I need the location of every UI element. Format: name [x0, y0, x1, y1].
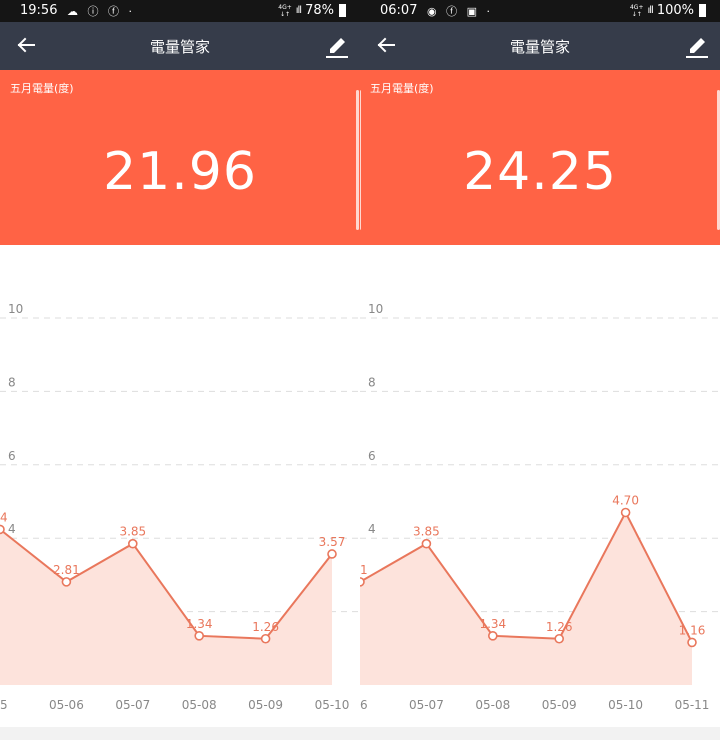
usage-chart-svg: 0246810813.851.341.264.701.160605-0705-0…: [360, 302, 720, 712]
x-tick-label: 05-07: [115, 698, 150, 712]
data-label: 3.57: [319, 535, 346, 549]
data-label: 1.34: [479, 617, 506, 631]
x-tick-label: 05-10: [315, 698, 350, 712]
y-tick-label: 6: [8, 449, 16, 463]
x-tick-label: 05: [0, 698, 8, 712]
y-tick-label: 4: [368, 522, 376, 536]
battery-level: 78%: [305, 3, 334, 18]
data-point: [360, 577, 365, 587]
data-label: 3.85: [413, 525, 440, 539]
signal-icon: ıll: [295, 5, 302, 16]
y-tick-label: 8: [8, 375, 16, 389]
series-area: [0, 529, 332, 685]
notification-icons: ☁ ⓘ ⓕ ·: [67, 5, 135, 18]
data-point: [0, 524, 5, 535]
x-tick-label: 05-08: [182, 698, 217, 712]
data-label: 3.85: [119, 525, 146, 539]
data-point: [421, 538, 432, 549]
data-point: [554, 633, 564, 644]
bottom-strip: [0, 727, 360, 740]
phone-screen-right: 06:07 ◉ ⓕ ▣ · 4G+ ↓↑ ıll 100% 電量管家 五月電量(度…: [360, 0, 720, 740]
monthly-usage-value: 24.25: [463, 142, 617, 202]
status-right: 4G+ ↓↑ ıll 78%: [278, 3, 346, 18]
page-title: 電量管家: [149, 38, 210, 56]
monthly-usage-label: 五月電量(度): [10, 82, 74, 95]
page-indicator-right: [356, 90, 359, 230]
data-label: 1.26: [252, 620, 279, 634]
status-bar: 19:56 ☁ ⓘ ⓕ · 4G+ ↓↑ ıll 78%: [0, 0, 360, 22]
x-tick-label: 05-11: [675, 698, 710, 712]
data-point: [488, 631, 498, 641]
daily-usage-chart: 0246810813.851.341.264.701.160605-0705-0…: [360, 245, 720, 740]
data-label: 24: [0, 510, 8, 524]
x-tick-label: 05-08: [475, 698, 510, 712]
data-point: [620, 507, 631, 518]
data-point: [128, 538, 138, 549]
network-icon: 4G+ ↓↑: [629, 3, 644, 18]
status-time: 19:56: [20, 3, 58, 18]
daily-usage-chart: 0246810242.813.851.341.263.570505-0605-0…: [0, 245, 360, 740]
data-point: [61, 577, 72, 587]
y-tick-label: 8: [368, 375, 376, 389]
monthly-usage-card: 五月電量(度) 24.25: [360, 70, 720, 245]
phone-screen-left: 19:56 ☁ ⓘ ⓕ · 4G+ ↓↑ ıll 78% 電量管家 五月電量(度)…: [0, 0, 360, 740]
data-label: 1.16: [679, 623, 706, 637]
pencil-icon[interactable]: [325, 34, 349, 60]
notification-icons: ◉ ⓕ ▣ ·: [427, 5, 493, 18]
data-label: 4.70: [612, 494, 639, 508]
data-label: 81: [360, 563, 368, 577]
x-tick-label: 05-09: [542, 698, 577, 712]
y-tick-label: 4: [8, 522, 16, 536]
y-tick-label: 6: [368, 449, 376, 463]
battery-level: 100%: [656, 3, 694, 18]
monthly-usage-value: 21.96: [103, 142, 257, 202]
page-indicator-left: [360, 90, 361, 230]
battery-icon: [339, 4, 346, 17]
data-point: [687, 637, 697, 648]
x-tick-label: 05-07: [409, 698, 444, 712]
x-tick-label: 05-06: [49, 698, 84, 712]
status-right: 4G+ ↓↑ ıll 100%: [630, 3, 706, 18]
data-point: [327, 549, 337, 559]
network-icon: 4G+ ↓↑: [278, 3, 292, 18]
monthly-usage-label: 五月電量(度): [370, 82, 434, 95]
page-title: 電量管家: [509, 38, 570, 56]
x-tick-label: 05-10: [608, 698, 643, 712]
pencil-icon[interactable]: [685, 34, 709, 60]
data-point: [260, 633, 271, 644]
data-label: 1.26: [546, 620, 573, 634]
battery-icon: [699, 4, 706, 17]
data-label: 1.34: [186, 617, 213, 631]
data-label: 2.81: [53, 563, 80, 577]
usage-chart-svg: 0246810242.813.851.341.263.570505-0605-0…: [0, 302, 360, 712]
data-point: [194, 631, 204, 641]
signal-icon: ıll: [647, 5, 653, 16]
x-tick-label: 05-09: [248, 698, 283, 712]
top-nav-bar: 電量管家: [360, 22, 720, 70]
y-tick-label: 10: [8, 302, 23, 316]
status-bar: 06:07 ◉ ⓕ ▣ · 4G+ ↓↑ ıll 100%: [360, 0, 720, 22]
top-nav-bar: 電量管家: [0, 22, 360, 70]
x-tick-label: 06: [360, 698, 368, 712]
monthly-usage-card: 五月電量(度) 21.96: [0, 70, 360, 245]
status-time: 06:07: [380, 3, 418, 18]
bottom-strip: [360, 727, 720, 740]
y-tick-label: 10: [368, 302, 383, 316]
